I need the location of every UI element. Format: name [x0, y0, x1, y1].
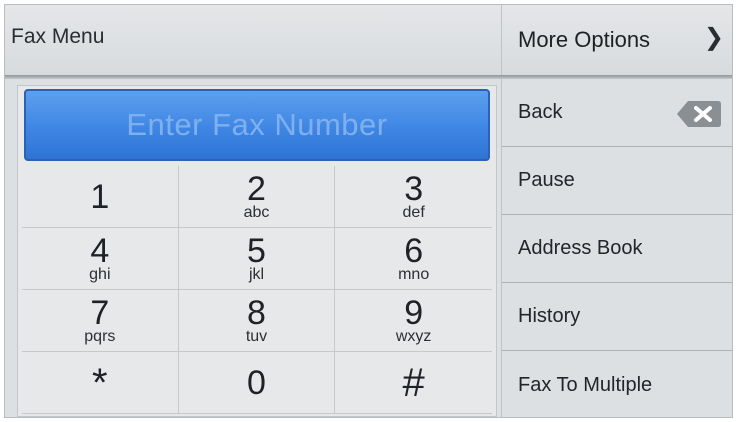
key-digit: 8	[247, 293, 266, 332]
key-digit: 0	[247, 363, 266, 402]
address-book-label: Address Book	[518, 237, 643, 259]
back-label: Back	[518, 101, 563, 123]
address-book-button[interactable]: Address Book	[502, 215, 732, 283]
key-letters: wxyz	[395, 327, 432, 345]
key-7[interactable]: 7 pqrs	[22, 290, 179, 352]
more-options-button[interactable]: More Options ❯	[501, 5, 732, 75]
key-letters: mno	[398, 265, 430, 283]
key-letters: def	[402, 203, 425, 221]
key-letters: abc	[243, 203, 270, 221]
keypad-panel: Enter Fax Number 1 2 abc 3 def 4 ghi 5 jkl 6…	[17, 85, 497, 417]
key-letters: pqrs	[84, 327, 116, 345]
key-digit: #	[402, 360, 425, 405]
key-digit: 6	[404, 231, 424, 270]
key-digit: 2	[247, 169, 266, 208]
key-2[interactable]: 2 abc	[178, 166, 336, 228]
top-bar: Fax Menu More Options ❯	[5, 5, 732, 75]
pause-button[interactable]: Pause	[502, 147, 732, 215]
key-digit: 3	[404, 169, 424, 208]
more-options-label: More Options	[518, 27, 651, 52]
key-star[interactable]: *	[22, 352, 179, 414]
key-digit: 4	[90, 231, 110, 270]
key-hash[interactable]: #	[335, 352, 492, 414]
key-letters: jkl	[248, 265, 265, 283]
fax-to-multiple-button[interactable]: Fax To Multiple	[502, 351, 732, 417]
fax-number-placeholder: Enter Fax Number	[126, 107, 388, 142]
key-6[interactable]: 6 mno	[335, 228, 492, 290]
fax-to-multiple-label: Fax To Multiple	[518, 373, 653, 396]
key-letters: tuv	[245, 327, 268, 345]
fax-number-input[interactable]: Enter Fax Number	[24, 89, 490, 161]
page-title: Fax Menu	[11, 25, 105, 48]
fax-screen: Fax Menu More Options ❯ Enter Fax Number…	[4, 4, 733, 418]
key-5[interactable]: 5 jkl	[178, 228, 336, 290]
key-digit: 9	[404, 293, 424, 332]
key-digit: 1	[90, 177, 110, 216]
pause-label: Pause	[518, 169, 575, 191]
key-1[interactable]: 1	[22, 166, 179, 228]
key-letters: ghi	[89, 265, 111, 283]
key-4[interactable]: 4 ghi	[22, 228, 179, 290]
chevron-right-icon: ❯	[703, 24, 724, 51]
key-3[interactable]: 3 def	[335, 166, 492, 228]
back-button[interactable]: Back	[502, 79, 732, 147]
side-menu: Back Pause Address Book History Fax To M…	[501, 79, 732, 417]
key-9[interactable]: 9 wxyz	[335, 290, 492, 352]
keypad-grid: 1 2 abc 3 def 4 ghi 5 jkl 6 mno 7 pqrs 8 tuv 9w…	[22, 166, 492, 414]
key-digit: 5	[247, 231, 266, 270]
key-8[interactable]: 8 tuv	[178, 290, 336, 352]
history-label: History	[518, 305, 581, 327]
key-digit: 7	[90, 293, 110, 332]
history-button[interactable]: History	[502, 283, 732, 351]
key-0[interactable]: 0	[178, 352, 336, 414]
key-digit: *	[92, 360, 108, 405]
backspace-icon	[677, 101, 721, 127]
